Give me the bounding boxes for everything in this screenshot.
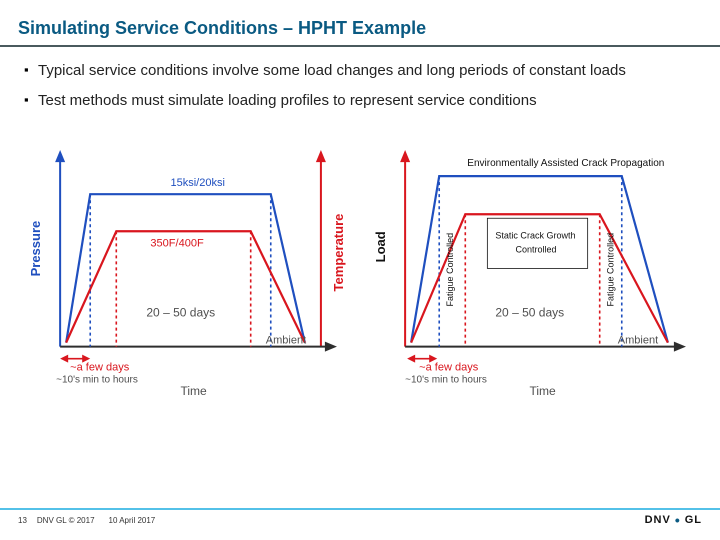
footer: 13 DNV GL © 2017 10 April 2017 DNV • GL xyxy=(0,508,720,530)
bullet-icon: ▪ xyxy=(24,91,38,111)
x-axis: Time xyxy=(180,383,207,396)
annotation-fatigue-left: Fatigue Controlled xyxy=(445,232,455,306)
list-item: ▪ Test methods must simulate loading pro… xyxy=(24,91,696,111)
y-axis-left: Pressure xyxy=(28,220,43,276)
charts-container: 15ksi/20ksi 350F/400F 20 – 50 days Ambie… xyxy=(0,132,720,397)
brand-logo: DNV • GL xyxy=(645,514,702,526)
annotation-top: Environmentally Assisted Crack Propagati… xyxy=(467,158,664,169)
phase-mid: 20 – 50 days xyxy=(495,305,564,319)
chart-pressure-temperature: 15ksi/20ksi 350F/400F 20 – 50 days Ambie… xyxy=(20,136,351,397)
brand-part-a: DNV xyxy=(645,514,671,526)
page-number: 13 xyxy=(18,516,27,525)
phase-start: ~a few days xyxy=(70,361,130,373)
annotation-box-l1: Static Crack Growth xyxy=(495,230,575,240)
chart-load: Environmentally Assisted Crack Propagati… xyxy=(369,136,700,397)
y-axis-right: Temperature xyxy=(331,213,346,291)
series-label-pressure: 15ksi/20ksi xyxy=(170,177,225,189)
copyright: DNV GL © 2017 xyxy=(37,516,95,525)
annotation-fatigue-right: Fatigue Controlled xyxy=(606,232,616,306)
x-axis: Time xyxy=(529,383,556,396)
annotation-box-l2: Controlled xyxy=(515,244,556,254)
series-label-temperature: 350F/400F xyxy=(150,237,204,249)
bullet-text: Test methods must simulate loading profi… xyxy=(38,91,696,111)
phase-start: ~a few days xyxy=(419,361,479,373)
brand-part-b: GL xyxy=(685,514,702,526)
slide-title: Simulating Service Conditions – HPHT Exa… xyxy=(0,0,720,45)
y-axis-left: Load xyxy=(373,231,388,262)
phase-start-sub: ~10's min to hours xyxy=(56,374,138,385)
phase-end: Ambient xyxy=(266,334,306,346)
bullet-text: Typical service conditions involve some … xyxy=(38,61,696,81)
list-item: ▪ Typical service conditions involve som… xyxy=(24,61,696,81)
title-underline xyxy=(0,45,720,47)
phase-end: Ambient xyxy=(618,334,658,346)
bullet-list: ▪ Typical service conditions involve som… xyxy=(0,61,720,132)
phase-mid: 20 – 50 days xyxy=(146,305,215,319)
bullet-icon: ▪ xyxy=(24,61,38,81)
footer-date: 10 April 2017 xyxy=(109,516,156,525)
phase-start-sub: ~10's min to hours xyxy=(405,374,487,385)
